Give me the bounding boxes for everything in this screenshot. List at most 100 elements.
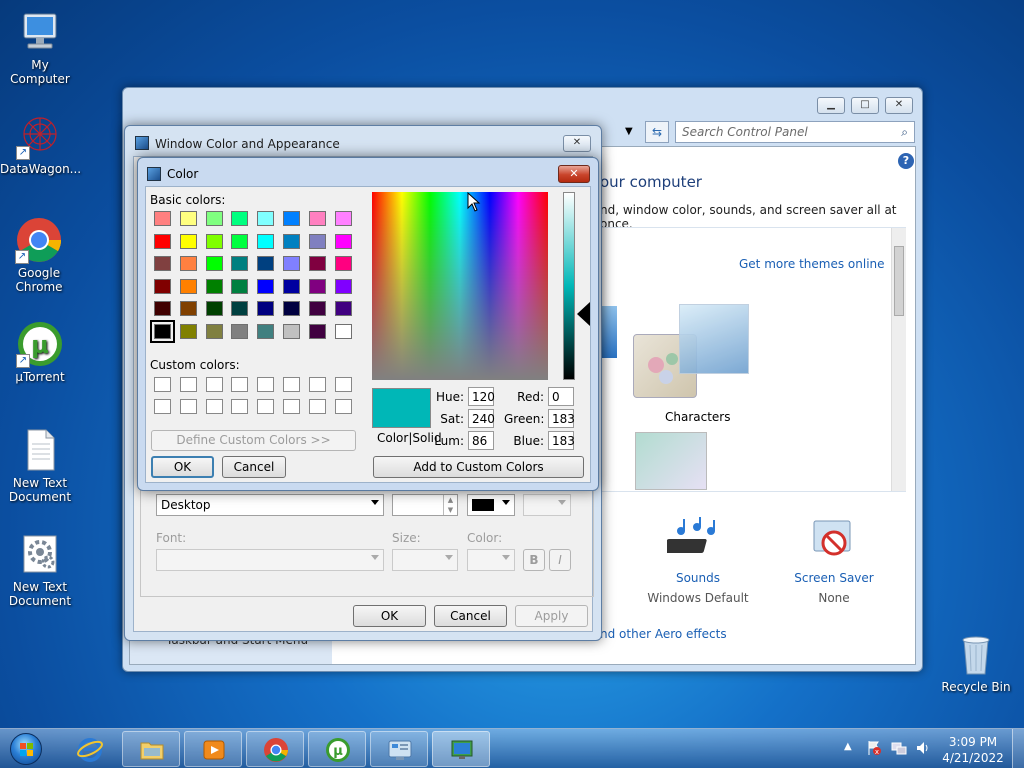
basic-color-swatch[interactable] [334, 233, 352, 249]
help-icon[interactable]: ? [898, 153, 914, 169]
control-panel-taskbar-button[interactable] [370, 731, 428, 767]
custom-color-swatch[interactable] [205, 377, 223, 392]
custom-color-swatch[interactable] [231, 377, 249, 392]
desktop-icon-my-computer[interactable]: My Computer [0, 8, 80, 86]
basic-color-swatch[interactable] [179, 256, 197, 271]
color-cancel-button[interactable]: Cancel [222, 456, 286, 478]
aero-effects-link[interactable]: nd other Aero effects [600, 627, 727, 641]
chrome-taskbar-button[interactable] [246, 731, 304, 767]
basic-color-swatch[interactable] [257, 256, 275, 271]
custom-color-swatch[interactable] [334, 399, 352, 414]
custom-color-swatch[interactable] [179, 377, 197, 392]
basic-color-swatch[interactable] [205, 278, 223, 294]
basic-color-swatch[interactable] [283, 278, 300, 294]
desktop-icon-new-text-document[interactable]: New Text Document [0, 426, 80, 504]
basic-color-swatch[interactable] [154, 233, 171, 249]
network-icon[interactable] [891, 740, 907, 756]
color-ok-button[interactable]: OK [151, 456, 214, 478]
basic-color-swatch[interactable] [308, 323, 326, 339]
basic-color-swatch[interactable] [205, 233, 223, 249]
close-button[interactable]: ✕ [885, 97, 913, 114]
custom-color-swatch[interactable] [231, 399, 249, 414]
explorer-taskbar-button[interactable] [122, 731, 180, 767]
basic-color-swatch[interactable] [179, 211, 197, 226]
custom-color-swatch[interactable] [154, 377, 171, 392]
luminosity-arrow-icon[interactable] [577, 302, 590, 326]
dialog-close-button[interactable]: ✕ [563, 135, 591, 152]
close-button[interactable]: ✕ [558, 165, 590, 183]
basic-color-swatch[interactable] [179, 301, 197, 316]
apply-button[interactable]: Apply [515, 605, 588, 627]
basic-color-swatch[interactable] [257, 323, 275, 339]
basic-color-swatch[interactable] [308, 233, 326, 249]
basic-color-swatch[interactable] [283, 256, 300, 271]
basic-color-swatch[interactable] [231, 211, 249, 226]
system-clock[interactable]: 3:09 PM 4/21/2022 [938, 734, 1008, 766]
desktop-icon-datawagon[interactable]: ↗ DataWagon... [0, 112, 81, 176]
basic-color-swatch[interactable] [179, 323, 197, 339]
custom-color-swatch[interactable] [283, 399, 300, 414]
desktop-icon-utorrent[interactable]: µ ↗ µTorrent [0, 320, 80, 384]
utorrent-taskbar-button[interactable]: µ [308, 731, 366, 767]
start-button[interactable] [4, 731, 48, 767]
basic-color-swatch[interactable] [334, 323, 352, 339]
basic-color-swatch[interactable] [334, 278, 352, 294]
sounds-icon[interactable] [663, 517, 721, 563]
action-center-icon[interactable]: x [866, 740, 882, 756]
basic-color-swatch[interactable] [308, 278, 326, 294]
cancel-button[interactable]: Cancel [434, 605, 507, 627]
basic-color-swatch[interactable] [205, 256, 223, 271]
basic-color-swatch[interactable] [231, 301, 249, 316]
address-dropdown-arrow-icon[interactable]: ▼ [625, 121, 641, 143]
basic-color-swatch[interactable] [283, 323, 300, 339]
lum-input[interactable]: 86 [468, 431, 494, 450]
basic-color-swatch[interactable] [334, 256, 352, 271]
red-input[interactable]: 0 [548, 387, 574, 406]
custom-color-swatch[interactable] [334, 377, 352, 392]
basic-color-swatch[interactable] [257, 278, 275, 294]
search-input[interactable]: Search Control Panel ⌕ [675, 121, 915, 143]
color-spectrum[interactable] [372, 192, 548, 380]
window-color-taskbar-button[interactable] [432, 731, 490, 767]
internet-explorer-taskbar-button[interactable] [66, 733, 114, 767]
custom-color-swatch[interactable] [257, 377, 275, 392]
custom-color-swatch[interactable] [308, 399, 326, 414]
basic-color-swatch[interactable] [257, 301, 275, 316]
basic-color-swatch[interactable] [308, 211, 326, 226]
add-to-custom-colors-button[interactable]: Add to Custom Colors [373, 456, 584, 478]
luminosity-slider[interactable] [563, 192, 575, 380]
sat-input[interactable]: 240 [468, 409, 495, 428]
basic-color-swatch[interactable] [205, 323, 223, 339]
basic-color-swatch[interactable] [308, 256, 326, 271]
basic-color-swatch[interactable] [283, 301, 300, 316]
basic-color-swatch[interactable] [179, 233, 197, 249]
custom-color-swatch[interactable] [308, 377, 326, 392]
get-more-themes-link[interactable]: Get more themes online [739, 257, 885, 271]
hue-input[interactable]: 120 [468, 387, 495, 406]
media-player-taskbar-button[interactable] [184, 731, 242, 767]
basic-color-swatch[interactable] [283, 211, 300, 226]
basic-color-swatch[interactable] [205, 211, 223, 226]
desktop-icon-google-chrome[interactable]: ↗ Google Chrome [0, 216, 78, 294]
basic-color-swatch[interactable] [283, 233, 300, 249]
minimize-button[interactable]: ▁ [817, 97, 845, 114]
green-input[interactable]: 183 [548, 409, 575, 428]
scroll-thumb[interactable] [894, 246, 904, 316]
basic-color-swatch[interactable] [150, 319, 175, 343]
maximize-button[interactable]: □ [851, 97, 879, 114]
define-custom-colors-button[interactable]: Define Custom Colors >> [151, 430, 356, 451]
desktop-icon-recycle-bin[interactable]: Recycle Bin [936, 630, 1016, 694]
custom-color-swatch[interactable] [283, 377, 300, 392]
custom-color-swatch[interactable] [179, 399, 197, 414]
basic-color-swatch[interactable] [154, 278, 171, 294]
basic-color-swatch[interactable] [334, 301, 352, 316]
show-desktop-button[interactable] [1012, 729, 1024, 768]
refresh-icon[interactable]: ⇆ [645, 121, 669, 143]
sounds-link[interactable]: Sounds [650, 571, 746, 585]
basic-color-swatch[interactable] [205, 301, 223, 316]
theme-list-scrollbar[interactable] [891, 228, 906, 491]
custom-color-swatch[interactable] [257, 399, 275, 414]
custom-color-swatch[interactable] [154, 399, 171, 414]
blue-input[interactable]: 183 [548, 431, 575, 450]
screen-saver-link[interactable]: Screen Saver [786, 571, 882, 585]
